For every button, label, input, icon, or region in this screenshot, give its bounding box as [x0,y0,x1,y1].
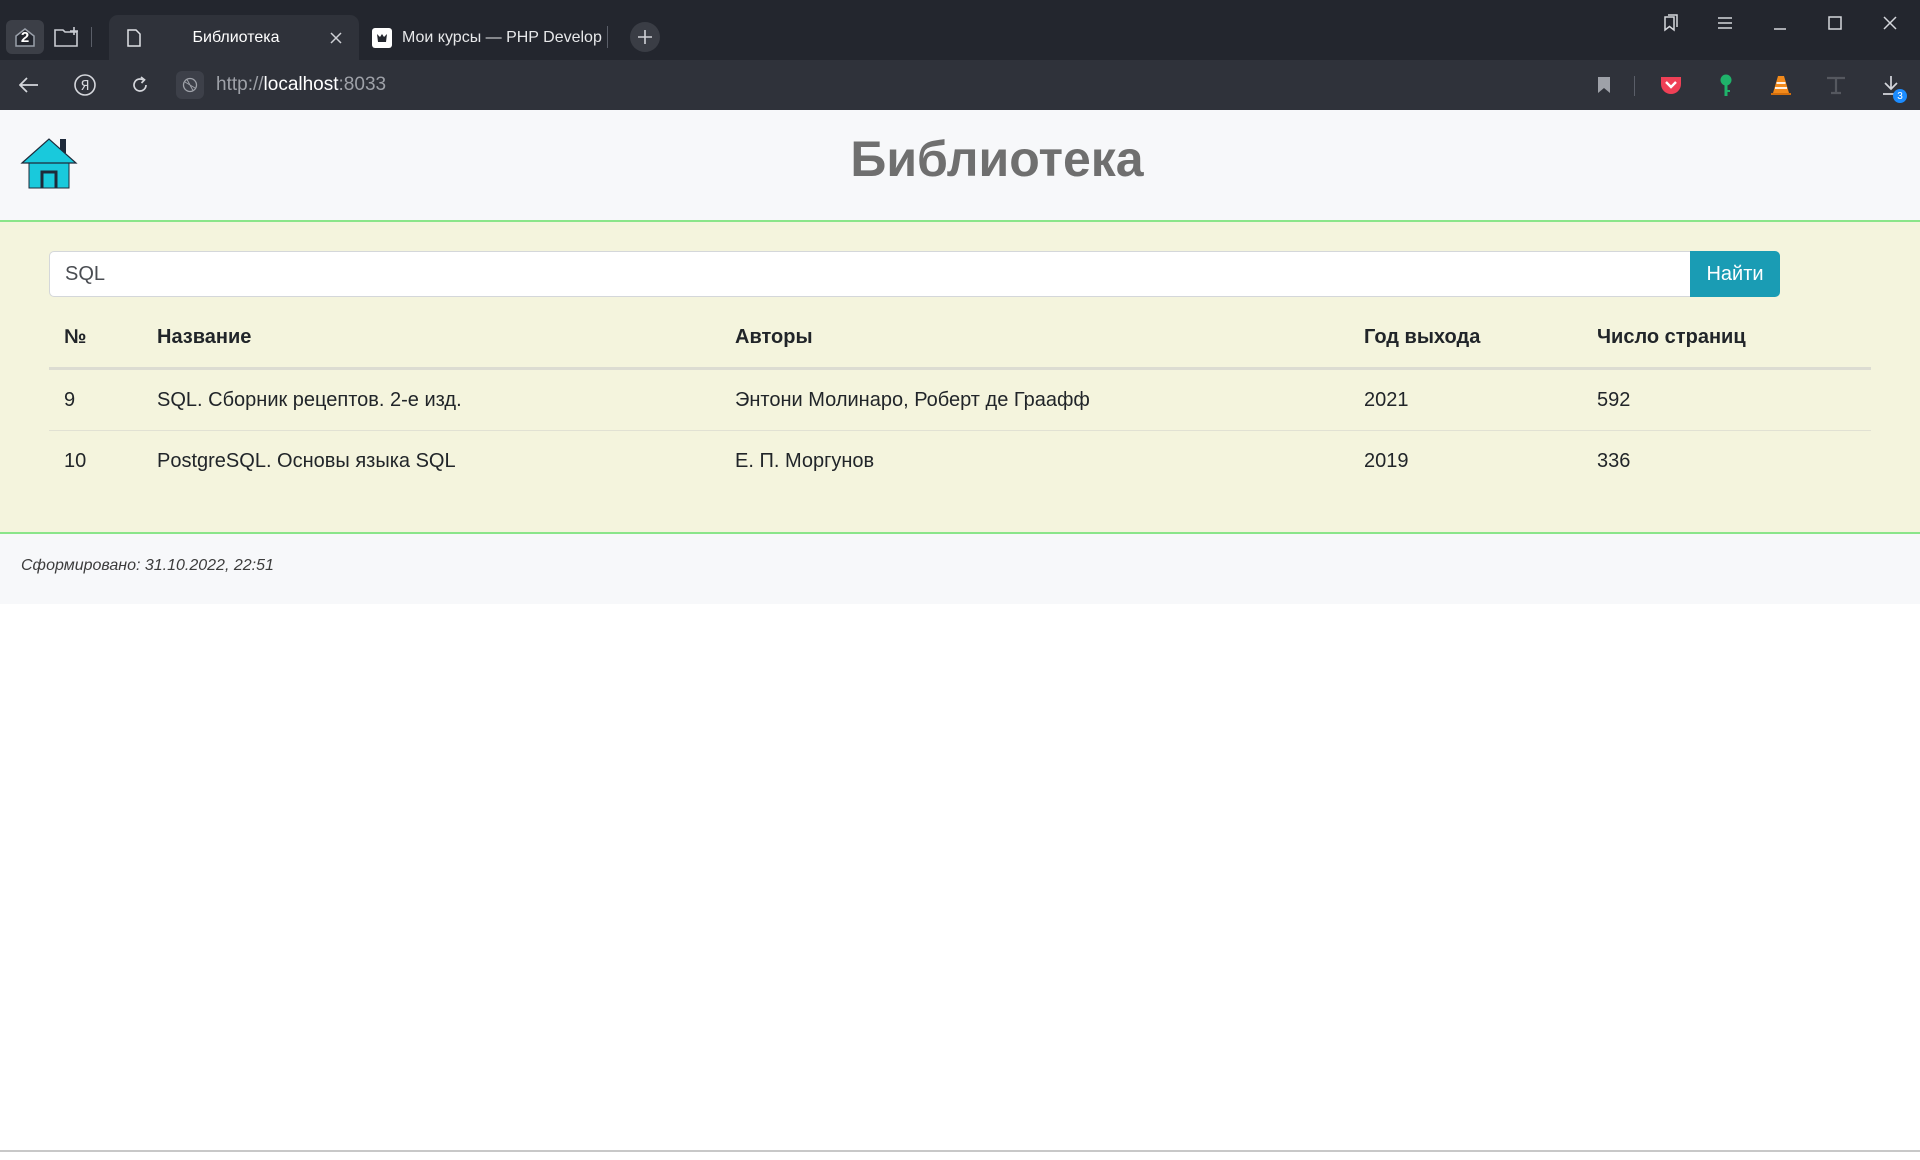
table-header-row: № Название Авторы Год выхода Число стран… [49,307,1871,370]
cell-title: SQL. Сборник рецептов. 2-е изд. [142,368,720,431]
cell-authors: Е. П. Моргунов [735,449,875,472]
table-row: 9 SQL. Сборник рецептов. 2-е изд. Энтони… [49,368,1871,431]
column-header-title: Название [142,307,720,370]
folder-plus-icon [54,27,78,47]
column-header-year: Год выхода [1349,307,1582,370]
toolbar-divider [1634,76,1635,96]
search-form: Найти [49,251,1780,297]
hamburger-icon [1718,17,1732,29]
collections-button[interactable] [1650,10,1690,36]
reload-icon [133,76,147,92]
url-prefix: http:// [216,74,264,95]
site-header: Библиотека [0,110,1920,222]
yandex-icon: Я [74,74,96,96]
cell-pages: 336 [1597,449,1631,472]
minimize-icon [1774,28,1786,30]
tab-label: Мои курсы — PHP Develop [402,28,602,46]
key-icon [1720,74,1732,96]
close-window-button[interactable] [1870,10,1910,36]
window-bottom-border [0,1150,1920,1152]
tab-groups-button[interactable]: 2 [6,20,44,54]
cell-year: 2021 [1349,368,1582,431]
close-icon [1883,16,1897,30]
cell-authors: Энтони Молинаро, Роберт де Граафф [720,368,1349,431]
cell-title: PostgreSQL. Основы языка SQL [157,449,456,472]
pocket-button[interactable] [1654,70,1688,100]
reload-button[interactable] [123,70,157,100]
bookmarks-stack-icon [1664,14,1678,32]
page-title: Библиотека [850,131,1144,187]
page: Библиотека Найти № Название Авторы Год в… [0,110,1920,1150]
traffic-cone-icon [1771,76,1791,95]
generated-timestamp: Сформировано: 31.10.2022, 22:51 [21,557,274,574]
url-text: http://localhost:8033 [216,74,386,96]
cell-year: 2019 [1364,449,1409,472]
column-header-pages: Число страниц [1582,307,1871,370]
translate-icon [1827,76,1845,95]
main-content: Найти № Название Авторы Год выхода Число… [0,222,1920,534]
password-manager-button[interactable] [1709,70,1743,100]
site-info-icon[interactable] [176,71,204,99]
bookmark-icon [1598,77,1610,93]
menu-button[interactable] [1705,10,1745,36]
bookmark-button[interactable] [1587,70,1621,100]
site-footer: Сформировано: 31.10.2022, 22:51 [0,534,1920,604]
cell-pages: 592 [1582,368,1871,431]
plus-icon [638,30,652,44]
tab-bar: 2 Библиотека Мои курсы — PHP Develop [0,0,1920,60]
maximize-button[interactable] [1815,10,1855,36]
tab-label: Библиотека [192,28,280,46]
tab-courses[interactable]: Мои курсы — PHP Develop [366,15,606,60]
translate-button[interactable] [1819,70,1853,100]
url-host: localhost [263,74,339,95]
tab-divider [607,26,608,48]
address-bar[interactable]: http://localhost:8033 [176,70,1576,100]
yandex-button[interactable]: Я [68,70,102,100]
minimize-button[interactable] [1760,10,1800,36]
tab-library[interactable]: Библиотека [109,15,359,60]
column-header-authors: Авторы [720,307,1349,370]
maximize-icon [1828,16,1842,30]
close-tab-icon[interactable] [325,27,347,49]
back-button[interactable] [12,70,46,100]
downloads-badge: 3 [1893,89,1907,103]
table-row: 10 PostgreSQL. Основы языка SQL Е. П. Мо… [49,431,1871,492]
svg-text:Я: Я [80,79,89,94]
courses-favicon-icon [372,27,392,48]
pocket-icon [1661,77,1681,94]
browser-chrome: 2 Библиотека Мои курсы — PHP Develop Я h… [0,0,1920,110]
vlc-extension-button[interactable] [1764,70,1798,100]
url-port: :8033 [338,74,387,95]
arrow-left-icon [19,77,38,93]
page-icon [121,27,147,49]
books-table: № Название Авторы Год выхода Число стран… [49,307,1871,491]
tabbar-divider [91,27,92,47]
column-header-number: № [49,307,142,370]
search-button[interactable]: Найти [1690,251,1780,297]
search-input[interactable] [49,251,1690,297]
new-tab-group-button[interactable] [50,22,84,52]
cell-number: 10 [64,449,87,472]
tab-count: 2 [20,28,30,46]
cell-number: 9 [49,368,142,431]
new-tab-button[interactable] [630,22,660,52]
